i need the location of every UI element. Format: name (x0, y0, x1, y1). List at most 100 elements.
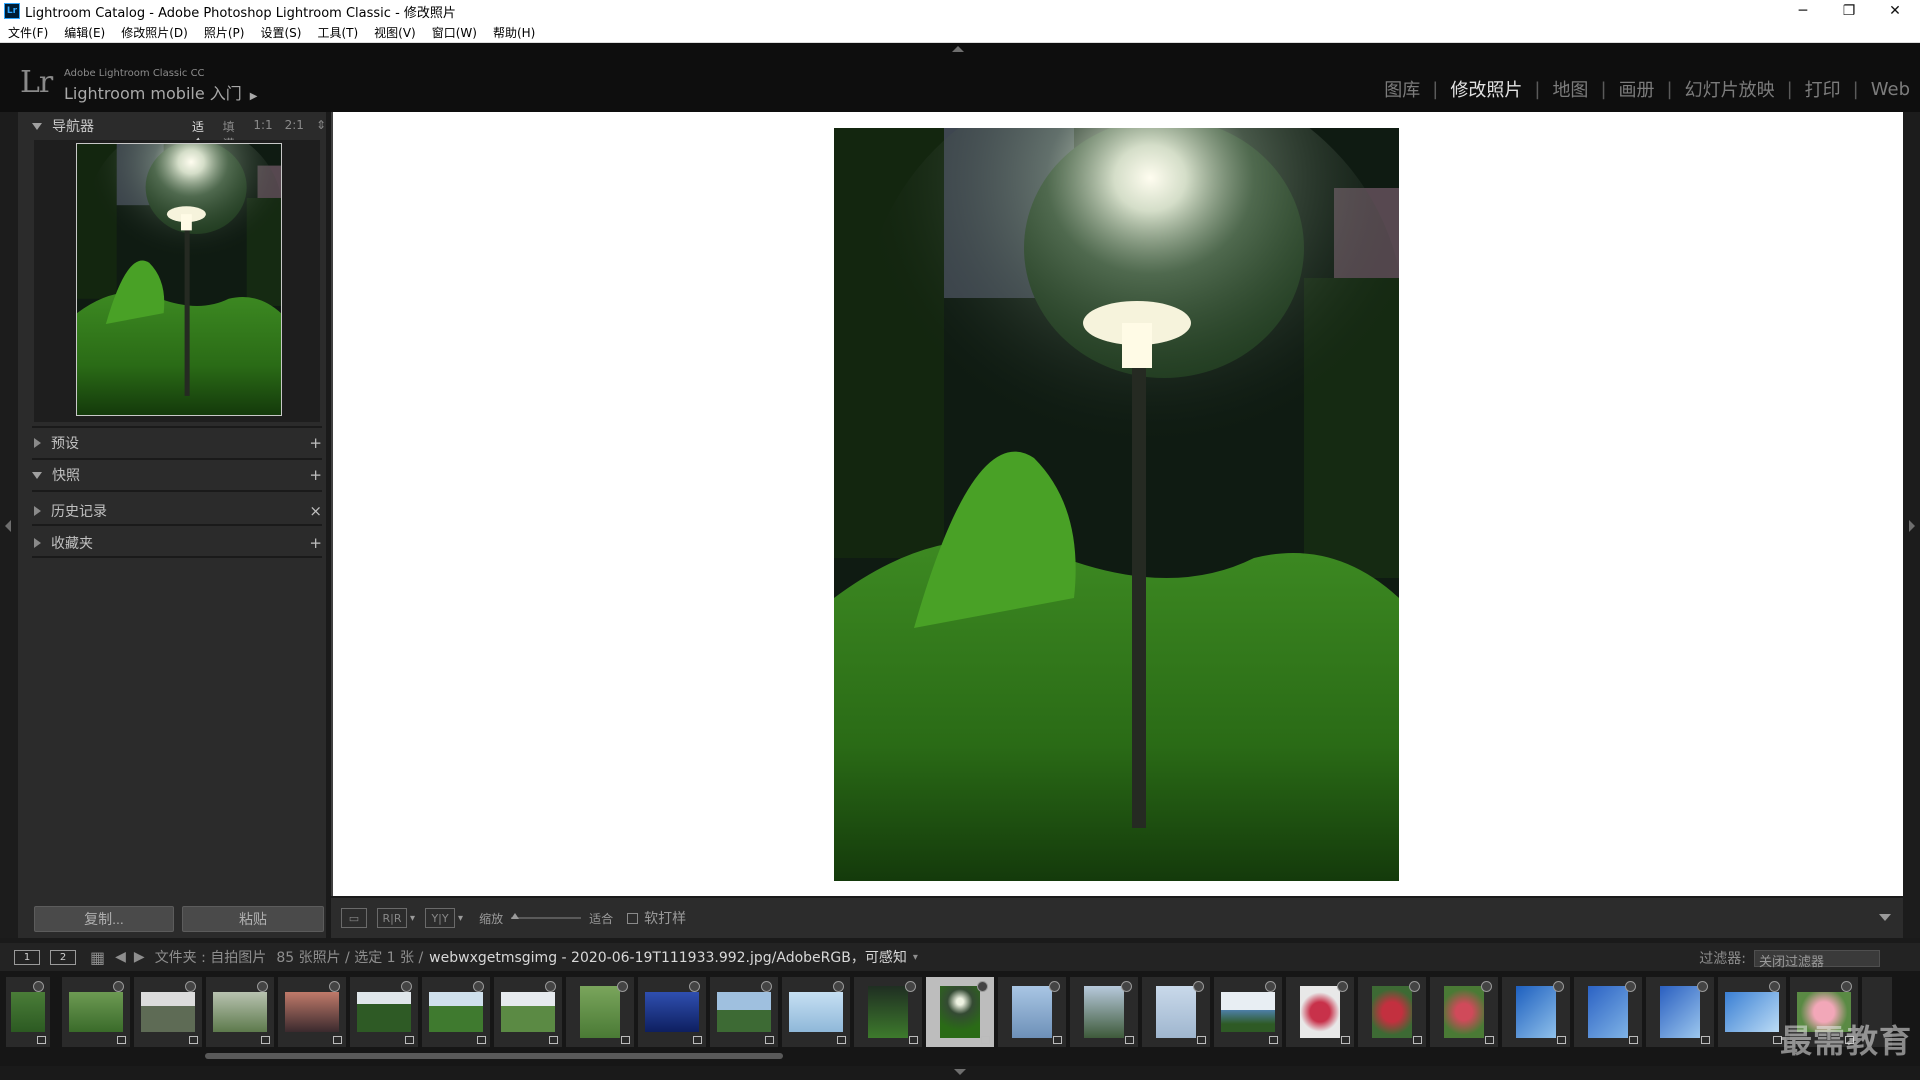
collapse-left-icon[interactable] (5, 520, 11, 532)
copy-settings-button[interactable]: 复制... (34, 906, 174, 932)
module-map[interactable]: 地图 (1552, 76, 1588, 102)
menu-edit[interactable]: 编辑(E) (56, 24, 113, 41)
filmstrip-thumb[interactable] (1070, 977, 1138, 1047)
filmstrip-thumb[interactable] (134, 977, 202, 1047)
thumb-badge-icon (761, 981, 772, 992)
title-bar: Lr Lightroom Catalog - Adobe Photoshop L… (0, 0, 1920, 22)
filmstrip-thumb-selected[interactable] (926, 977, 994, 1047)
collapse-right-icon[interactable] (1909, 520, 1915, 532)
source-path[interactable]: 文件夹 : 自拍图片 (155, 947, 267, 967)
filmstrip-bar: 1 2 ▦ ◀ ▶ 文件夹 : 自拍图片 85 张照片 / 选定 1 张 / w… (0, 943, 1920, 971)
add-snapshot-icon[interactable]: + (309, 466, 322, 484)
filmstrip-thumb[interactable] (1142, 977, 1210, 1047)
restore-button[interactable]: ❐ (1826, 0, 1872, 22)
module-book[interactable]: 画册 (1619, 76, 1655, 102)
panel-snapshots[interactable]: 快照 + (32, 462, 322, 488)
filmstrip-thumb[interactable] (998, 977, 1066, 1047)
loupe-view-icon[interactable]: ▭ (341, 908, 367, 928)
module-library[interactable]: 图库 (1384, 76, 1420, 102)
identity-plate[interactable]: Lightroom mobile 入门 ▶ (64, 80, 257, 104)
thumb-image (213, 992, 267, 1032)
chevron-down-icon[interactable]: ▾ (458, 913, 463, 924)
filmstrip-thumb[interactable] (6, 977, 50, 1047)
navigator-thumbnail[interactable] (76, 143, 282, 416)
filmstrip-thumb[interactable] (1574, 977, 1642, 1047)
module-slideshow[interactable]: 幻灯片放映 (1685, 76, 1775, 102)
add-preset-icon[interactable]: + (309, 434, 322, 452)
thumb-edit-icon (405, 1036, 414, 1044)
filmstrip-thumb[interactable] (782, 977, 850, 1047)
filter-control: 过滤器: 关闭过滤器 (1699, 948, 1880, 970)
filmstrip-thumb[interactable] (62, 977, 130, 1047)
soft-proof-checkbox[interactable] (627, 912, 639, 924)
panel-collections-label: 收藏夹 (51, 536, 93, 552)
filmstrip-thumb[interactable] (278, 977, 346, 1047)
filmstrip-thumb[interactable] (494, 977, 562, 1047)
before-after-swap-icon[interactable]: Y|Y (425, 908, 456, 928)
disclosure-down-icon[interactable] (32, 122, 42, 130)
chevron-down-icon[interactable]: ▾ (913, 952, 918, 963)
menu-file[interactable]: 文件(F) (0, 24, 56, 41)
filmstrip-thumb[interactable] (566, 977, 634, 1047)
thumb-badge-icon (1409, 981, 1420, 992)
filmstrip-thumb[interactable] (1718, 977, 1786, 1047)
zoom-slider[interactable] (511, 913, 582, 919)
filmstrip-thumb[interactable] (206, 977, 274, 1047)
play-arrow-icon[interactable]: ▶ (250, 91, 258, 102)
filter-select[interactable]: 关闭过滤器 (1754, 949, 1880, 970)
forward-arrow-icon[interactable]: ▶ (134, 949, 145, 965)
left-panel-edge[interactable] (0, 112, 18, 938)
right-panel-edge[interactable] (1902, 112, 1920, 938)
menu-settings[interactable]: 设置(S) (252, 24, 309, 41)
menu-tools[interactable]: 工具(T) (309, 24, 366, 41)
menu-window[interactable]: 窗口(W) (424, 24, 485, 41)
module-print[interactable]: 打印 (1805, 76, 1841, 102)
module-web[interactable]: Web (1871, 79, 1910, 100)
before-after-icon[interactable]: R|R (377, 908, 407, 928)
add-collection-icon[interactable]: + (309, 534, 322, 552)
main-photo[interactable] (834, 128, 1399, 881)
panel-collections[interactable]: 收藏夹 + (32, 530, 322, 556)
filmstrip-thumb[interactable] (638, 977, 706, 1047)
clear-history-icon[interactable]: × (309, 502, 322, 520)
menu-help[interactable]: 帮助(H) (485, 24, 543, 41)
back-arrow-icon[interactable]: ◀ (115, 949, 126, 965)
secondary-display-button[interactable]: 2 (50, 949, 76, 965)
thumb-edit-icon (1125, 1036, 1134, 1044)
filmstrip-thumb[interactable] (710, 977, 778, 1047)
zoom-label: 缩放 (479, 911, 504, 926)
collapse-top-panel-icon[interactable] (952, 46, 964, 52)
panel-divider (32, 524, 322, 526)
filmstrip-thumb[interactable] (1502, 977, 1570, 1047)
filmstrip-thumb[interactable] (1646, 977, 1714, 1047)
filmstrip-thumb[interactable] (350, 977, 418, 1047)
toolbar-menu-icon[interactable] (1879, 914, 1891, 921)
module-develop[interactable]: 修改照片 (1450, 76, 1522, 102)
filmstrip-thumb[interactable] (1430, 977, 1498, 1047)
current-filename[interactable]: webwxgetmsgimg - 2020-06-19T111933.992.j… (429, 947, 907, 967)
menu-view[interactable]: 视图(V) (366, 24, 424, 41)
paste-settings-button[interactable]: 粘贴 (182, 906, 324, 932)
panel-history[interactable]: 历史记录 × (32, 498, 322, 524)
grid-view-icon[interactable]: ▦ (90, 948, 105, 967)
close-button[interactable]: ✕ (1872, 0, 1918, 22)
filmstrip-scrollbar[interactable] (205, 1053, 783, 1059)
thumb-badge-icon (401, 981, 412, 992)
filmstrip-thumb[interactable] (1358, 977, 1426, 1047)
collapse-bottom-icon[interactable] (954, 1069, 966, 1075)
panel-presets[interactable]: 预设 + (32, 430, 322, 456)
filmstrip-thumb[interactable] (422, 977, 490, 1047)
thumb-badge-icon (329, 981, 340, 992)
thumb-image (645, 992, 699, 1032)
menu-photo[interactable]: 照片(P) (196, 24, 253, 41)
thumb-image (1725, 992, 1779, 1032)
menu-develop[interactable]: 修改照片(D) (113, 24, 196, 41)
primary-display-button[interactable]: 1 (14, 949, 40, 965)
minimize-button[interactable]: ─ (1780, 0, 1826, 22)
filmstrip-thumb[interactable] (1286, 977, 1354, 1047)
window-title: Lightroom Catalog - Adobe Photoshop Ligh… (25, 5, 456, 21)
chevron-down-icon[interactable]: ▾ (410, 913, 415, 924)
filmstrip-thumb[interactable] (854, 977, 922, 1047)
panel-presets-label: 预设 (51, 436, 79, 452)
filmstrip-thumb[interactable] (1214, 977, 1282, 1047)
